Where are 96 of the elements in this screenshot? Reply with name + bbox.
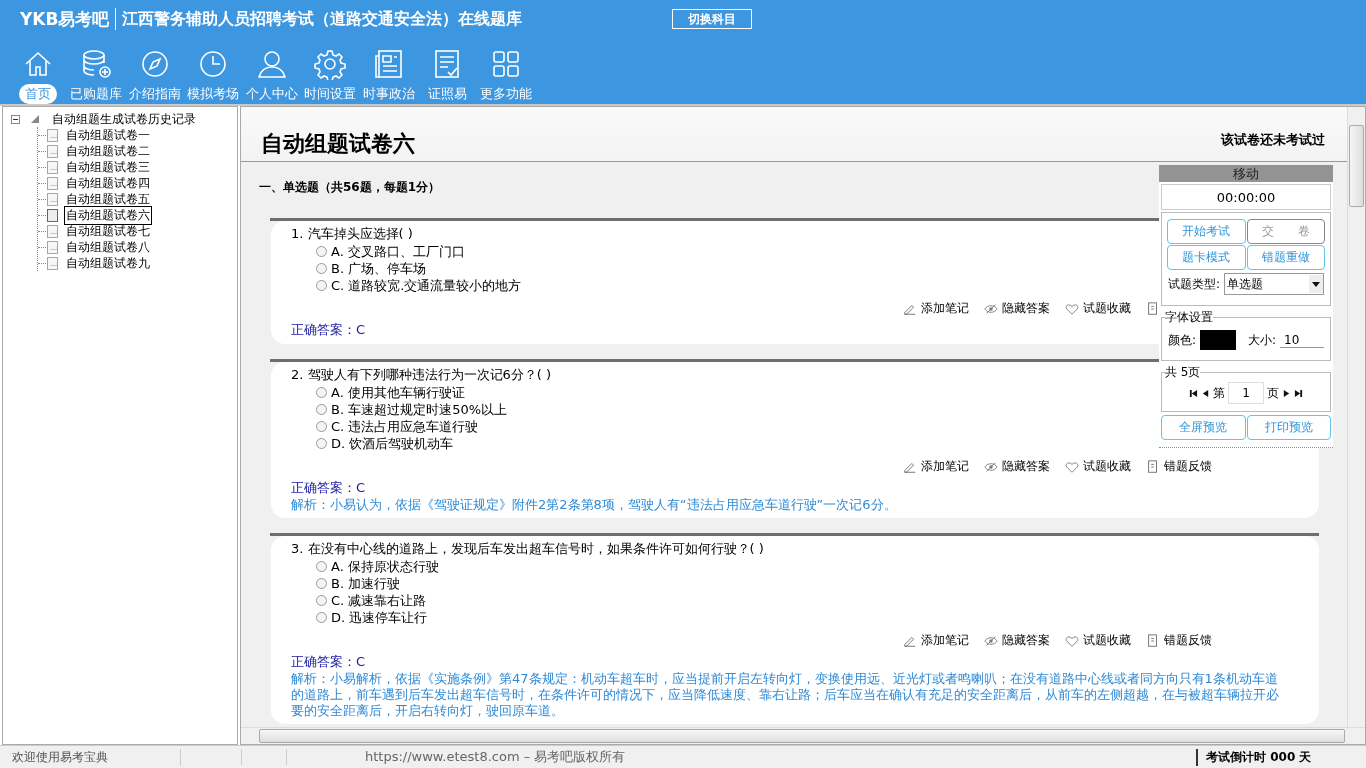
paper-title: 自动组题试卷六	[261, 130, 415, 158]
color-swatch[interactable]	[1200, 330, 1236, 350]
paper-status: 该试卷还未考试过	[1221, 131, 1325, 149]
vertical-scrollbar[interactable]	[1347, 107, 1365, 727]
document-icon	[47, 256, 58, 270]
radio-button[interactable]	[316, 404, 327, 415]
group-title: 字体设置	[1165, 309, 1213, 326]
panel-button[interactable]: 开始考试	[1167, 219, 1246, 244]
action-link[interactable]: 试题收藏	[1065, 458, 1131, 475]
correct-answer: 正确答案：C	[291, 321, 366, 339]
answer-option: D. 饮酒后驾驶机动车	[331, 434, 454, 453]
field-label: 大小:	[1247, 331, 1276, 349]
answer-option: C. 违法占用应急车道行驶	[331, 417, 479, 436]
previous-page-icon[interactable]	[1201, 388, 1210, 398]
status-text: 欢迎使用易考宝典	[0, 748, 181, 766]
answer-option: C. 减速靠右让路	[331, 591, 427, 610]
page-field[interactable]: 1	[1228, 382, 1264, 404]
copyright-text: https://www.etest8.com – 易考吧版权所有	[365, 748, 626, 766]
action-link[interactable]: 添加笔记	[903, 300, 969, 317]
document-icon	[47, 240, 58, 254]
document-icon	[47, 192, 58, 206]
database-add-icon[interactable]	[80, 48, 112, 80]
action-link[interactable]: 试题收藏	[1065, 632, 1131, 649]
heart-icon	[1065, 459, 1079, 474]
explanation-text: 解析：小易解析，依据《实施条例》第47条规定：机动车超车时，应当提前开启左转向灯，变换使用远、近光灯或者鸣喇叭；在没有道路中心线或者同方向只有1条机动车道的道路上，前车遇到后车发出超车信号时，在条件许可的情况下，应当降低速度、靠右让路；后车应当在确认有充足的安全距离后，从前车的左侧超越，在与被超车辆拉开必要的安全距离后，开启右转向灯，驶回原车道。	[291, 671, 1280, 719]
explanation-text: 解析：小易认为，依据《驾驶证规定》附件2第2条第8项，驾驶人有“违法占用应急车道行驶”一次记6分。	[291, 497, 898, 513]
group-title: 共 5页	[1165, 364, 1201, 381]
newspaper-icon[interactable]	[372, 48, 405, 80]
panel-header[interactable]: 移动	[1159, 165, 1333, 182]
document-icon[interactable]	[1146, 301, 1160, 316]
field-label: 页	[1267, 384, 1279, 402]
panel-button[interactable]: 全屏预览	[1161, 415, 1246, 440]
section-heading: 一、单选题（共56题，每题1分）	[259, 179, 442, 196]
answer-option: A. 使用其他车辆行驶证	[331, 383, 465, 402]
answer-option: C. 道路较宽.交通流量较小的地方	[331, 276, 522, 295]
answer-option: B. 广场、停车场	[331, 259, 427, 278]
document-icon	[47, 160, 58, 174]
horizontal-scrollbar[interactable]	[241, 727, 1365, 744]
action-link[interactable]: 错题反馈	[1146, 458, 1212, 475]
size-field[interactable]: 10	[1280, 332, 1324, 348]
radio-button[interactable]	[316, 612, 327, 623]
next-page-icon[interactable]	[1282, 388, 1291, 398]
radio-button[interactable]	[316, 578, 327, 589]
user-icon[interactable]	[255, 48, 288, 80]
document-icon	[47, 128, 58, 142]
clock-icon[interactable]	[197, 48, 229, 80]
answer-option: B. 加速行驶	[331, 574, 401, 593]
document-icon	[1146, 459, 1160, 474]
correct-answer: 正确答案：C	[291, 653, 366, 671]
document-icon	[47, 224, 58, 238]
window-title: 江西警务辅助人员招聘考试（道路交通安全法）在线题库	[122, 8, 523, 30]
action-link[interactable]: 添加笔记	[903, 458, 969, 475]
action-link[interactable]: 隐藏答案	[984, 300, 1050, 317]
radio-button[interactable]	[316, 421, 327, 432]
panel-button[interactable]: 错题重做	[1246, 245, 1325, 270]
panel-button[interactable]: 打印预览	[1246, 415, 1331, 440]
document-icon	[47, 176, 58, 190]
radio-button[interactable]	[316, 246, 327, 257]
field-label: 试题类型:	[1168, 275, 1221, 293]
tree-item[interactable]: 自动组题试卷六	[64, 205, 152, 225]
document-icon	[1146, 633, 1160, 648]
action-link[interactable]: 添加笔记	[903, 632, 969, 649]
timer: 00:00:00	[1161, 184, 1331, 210]
document-icon	[47, 144, 58, 158]
panel-button[interactable]: 题卡模式	[1167, 245, 1246, 270]
collapse-toggle[interactable]	[11, 114, 20, 124]
action-link[interactable]: 错题反馈	[1146, 632, 1212, 649]
app-logo: YKB易考吧	[20, 7, 110, 31]
tree-root-label[interactable]: 自动组题生成试卷历史记录	[52, 110, 196, 128]
answer-option: A. 保持原状态行驶	[331, 557, 439, 576]
first-page-icon[interactable]	[1189, 388, 1198, 398]
question-text: 2. 驾驶人有下列哪种违法行为一次记6分？( )	[291, 366, 552, 384]
answer-option: B. 车速超过规定时速50%以上	[331, 400, 508, 419]
question-text: 1. 汽车掉头应选择( )	[291, 225, 413, 243]
document-icon	[47, 208, 58, 222]
radio-button[interactable]	[316, 387, 327, 398]
question-type-dropdown[interactable]: 单选题	[1224, 273, 1324, 295]
action-link[interactable]: 试题收藏	[1065, 300, 1131, 317]
radio-button[interactable]	[316, 438, 327, 449]
heart-icon	[1065, 301, 1079, 316]
last-page-icon[interactable]	[1294, 388, 1303, 398]
answer-option: A. 交叉路口、工厂门口	[331, 242, 465, 261]
field-label: 第	[1213, 384, 1225, 402]
correct-answer: 正确答案：C	[291, 479, 366, 497]
radio-button[interactable]	[316, 595, 327, 606]
question-text: 3. 在没有中心线的道路上，发现后车发出超车信号时，如果条件许可如何行驶？( )	[291, 540, 764, 558]
heart-icon	[1065, 633, 1079, 648]
answer-option: D. 迅速停车让行	[331, 608, 428, 627]
radio-button[interactable]	[316, 263, 327, 274]
countdown-text: 考试倒计时 000 天	[1196, 748, 1366, 766]
action-link[interactable]: 隐藏答案	[984, 458, 1050, 475]
action-link[interactable]: 隐藏答案	[984, 632, 1050, 649]
radio-button[interactable]	[316, 561, 327, 572]
field-label: 颜色:	[1168, 331, 1197, 349]
settings-icon[interactable]	[314, 48, 346, 80]
radio-button[interactable]	[316, 280, 327, 291]
